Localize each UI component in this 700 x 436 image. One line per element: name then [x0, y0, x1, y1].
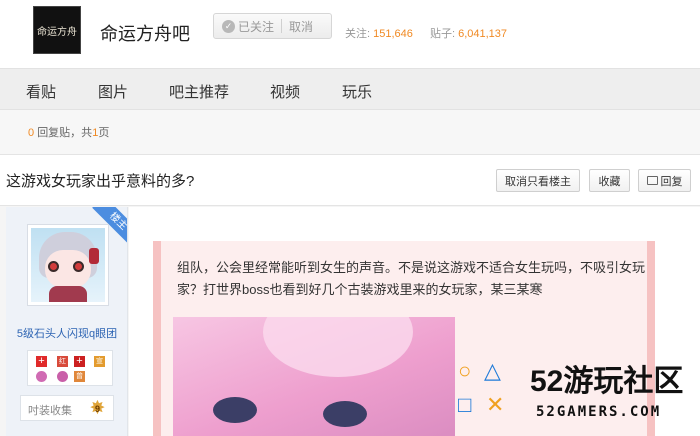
- posts-label: 贴子:: [429, 28, 456, 40]
- followed-button[interactable]: 已关注: [238, 18, 274, 35]
- reply-button[interactable]: 回复: [638, 169, 691, 192]
- avatar-body: [49, 286, 87, 302]
- flamingo-badge-icon[interactable]: [36, 371, 47, 382]
- cross-badge-icon[interactable]: +: [74, 356, 85, 367]
- post-body: 组队，公会里经常能听到女生的声音。不是说这游戏不适合女生玩吗，不吸引女玩家？打世…: [177, 260, 646, 297]
- badge-panel: + 红 + 宣 曾: [27, 350, 113, 386]
- page-suffix: 页: [98, 127, 110, 139]
- avatar-image: [31, 228, 105, 302]
- forum-header: 命运方舟 命运方舟吧 ✓ 已关注 取消 关注: 151,646 贴子: 6,04…: [0, 0, 700, 68]
- triangle-icon: △: [484, 358, 501, 383]
- watermark-title: 52游玩社区: [530, 365, 684, 398]
- red-badge[interactable]: 红: [57, 356, 68, 367]
- posts-count: 6,041,137: [458, 28, 508, 40]
- promo-badge[interactable]: 宣: [94, 356, 105, 367]
- reply-button-label: 回复: [660, 175, 683, 188]
- post-title-bar: 这游戏女玩家出乎意料的多? 取消只看楼主 收藏 回复: [0, 154, 700, 206]
- nav-item-fun[interactable]: 玩乐: [342, 81, 372, 102]
- favorite-button[interactable]: 收藏: [589, 169, 630, 192]
- reply-count-text: 0 回复贴，共1页: [28, 124, 109, 140]
- level-number: 9: [94, 404, 100, 414]
- level-star-icon: ✸ 9: [89, 398, 106, 419]
- site-watermark: ○ △ □ ✕ 52游玩社区 52GAMERS.COM: [450, 350, 700, 436]
- divider: [281, 19, 283, 33]
- watermark-subtitle: 52GAMERS.COM: [536, 404, 662, 420]
- image-eye-right: [323, 401, 367, 427]
- reply-count: 0: [28, 127, 35, 139]
- followers-label: 关注:: [345, 28, 371, 40]
- former-badge[interactable]: 曾: [74, 371, 85, 382]
- cross-icon: ✕: [486, 392, 505, 417]
- comment-icon: [646, 176, 658, 185]
- username[interactable]: 5级石头人闪现q眼团: [6, 325, 127, 341]
- forum-name[interactable]: 命运方舟吧: [100, 20, 190, 46]
- reply-info-bar: 0 回复贴，共1页: [0, 110, 700, 154]
- avatar-eye-right: [73, 261, 84, 272]
- author-panel: 楼主 5级石头人闪现q眼团 + 红 + 宣 曾 吋装收集 ✸ 9: [6, 207, 128, 436]
- level-box[interactable]: 吋装收集 ✸ 9: [20, 395, 114, 421]
- red-cross-badge-icon[interactable]: +: [36, 356, 47, 367]
- followers-count: 151,646: [373, 28, 413, 40]
- forum-stats: 关注: 151,646 贴子: 6,041,137: [345, 25, 521, 41]
- post-title: 这游戏女玩家出乎意料的多?: [6, 173, 195, 190]
- level-label: 吋装收集: [28, 405, 72, 417]
- post-image[interactable]: [173, 317, 455, 436]
- nav-item-featured[interactable]: 吧主推荐: [169, 81, 229, 102]
- avatar[interactable]: [27, 224, 109, 306]
- avatar-eye-left: [48, 261, 59, 272]
- forum-nav: 看贴 图片 吧主推荐 视频 玩乐: [0, 68, 700, 110]
- only-op-button[interactable]: 取消只看楼主: [496, 169, 580, 192]
- avatar-bow: [89, 248, 99, 264]
- nav-item-images[interactable]: 图片: [98, 81, 128, 102]
- flamingo-badge-icon[interactable]: [57, 371, 68, 382]
- logo-text: 命运方舟: [37, 26, 77, 38]
- reply-text: 回复贴，共: [37, 127, 93, 139]
- square-icon: □: [458, 392, 472, 417]
- image-eye-left: [213, 397, 257, 423]
- nav-item-videos[interactable]: 视频: [270, 81, 300, 102]
- follow-toggle: ✓ 已关注 取消: [213, 13, 332, 39]
- forum-logo[interactable]: 命运方舟: [33, 6, 81, 54]
- check-icon: ✓: [222, 19, 235, 33]
- circle-icon: ○: [458, 358, 472, 383]
- unfollow-button[interactable]: 取消: [289, 18, 313, 35]
- nav-item-posts[interactable]: 看贴: [26, 81, 56, 102]
